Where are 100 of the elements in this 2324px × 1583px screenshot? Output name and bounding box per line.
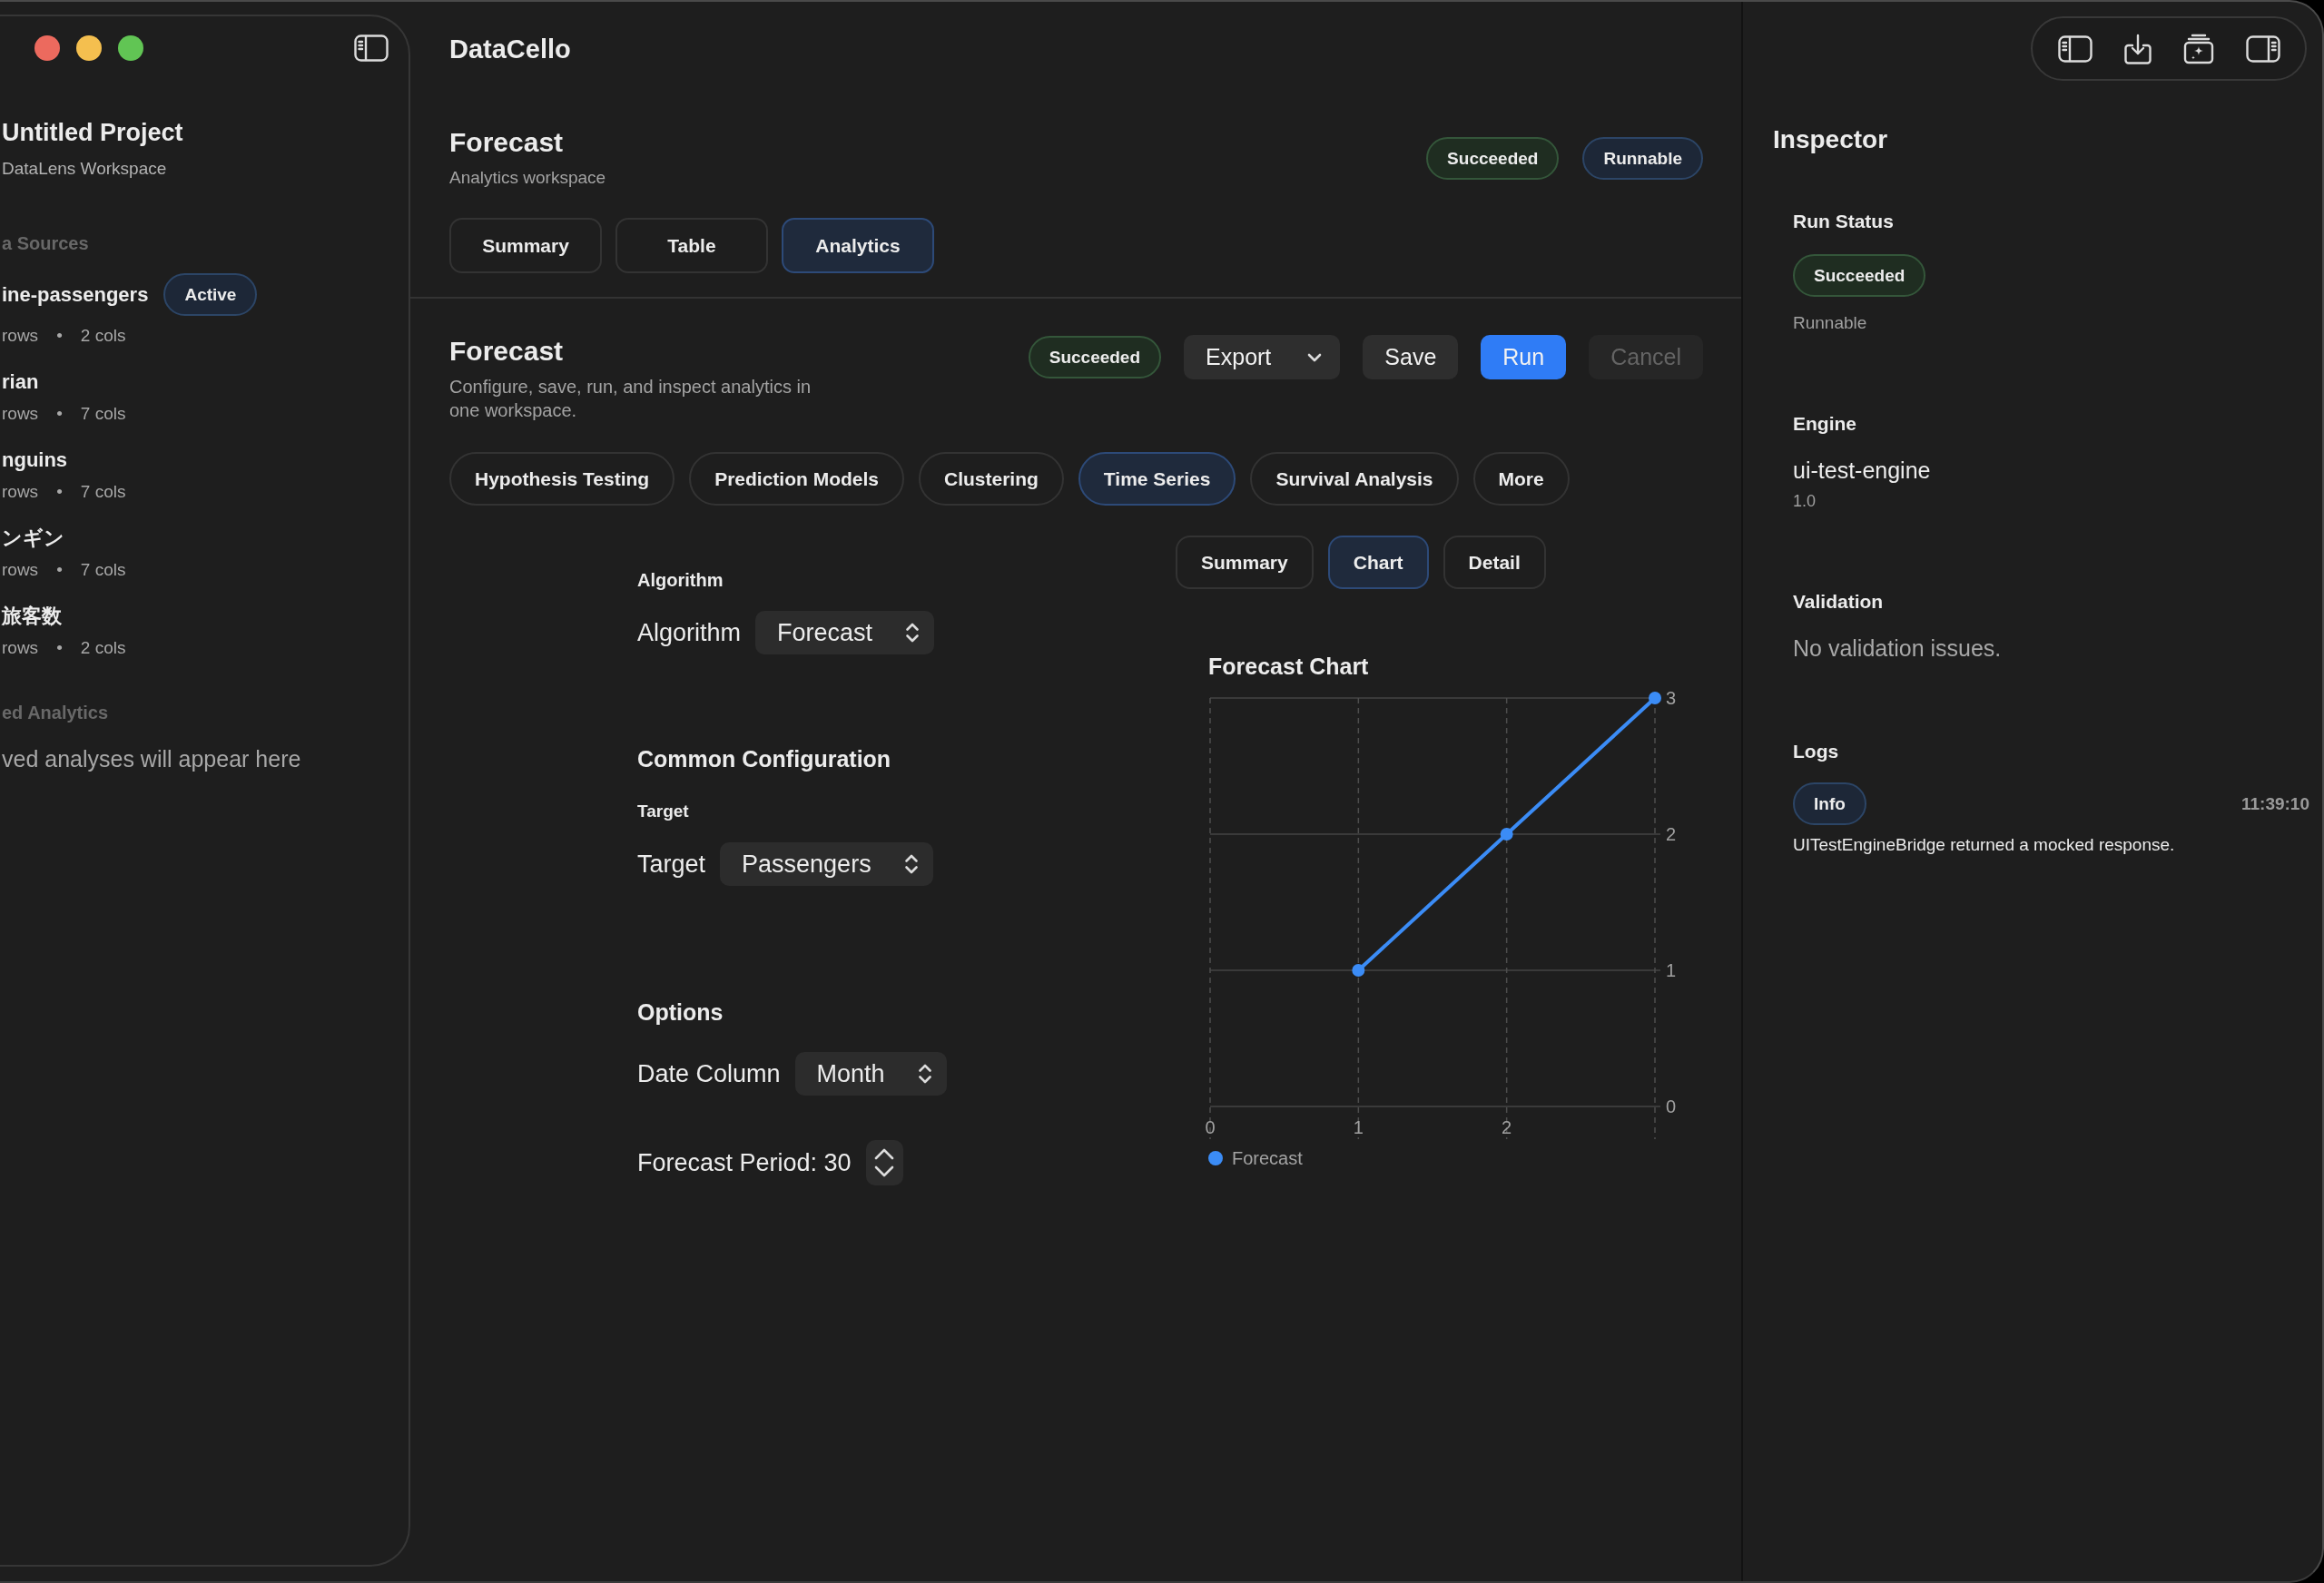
column-count: 2 cols xyxy=(80,325,126,347)
export-menu-button[interactable]: Export xyxy=(1184,335,1341,379)
chevron-down-icon[interactable] xyxy=(874,1165,895,1177)
section-heading: ed Analytics xyxy=(2,702,109,723)
tab[interactable]: Table xyxy=(615,218,768,273)
row-count: rows xyxy=(2,481,39,503)
field-label: Date Column xyxy=(637,1059,781,1088)
data-source-name[interactable]: ine-passengers xyxy=(2,282,149,307)
data-point xyxy=(1500,828,1513,841)
status-badge: Succeeded xyxy=(1426,137,1560,180)
category-tab[interactable]: Survival Analysis xyxy=(1250,452,1459,506)
sparkle-box-icon[interactable] xyxy=(2182,33,2214,64)
up-down-chevron-icon xyxy=(917,1062,932,1086)
config-heading: Common Configuration xyxy=(637,745,891,772)
validation-message: No validation issues. xyxy=(1793,634,2002,662)
log-level-badge: Info xyxy=(1793,782,1866,825)
active-badge: Active xyxy=(163,273,258,316)
workspace-name: DataLens Workspace xyxy=(2,158,167,180)
download-icon[interactable] xyxy=(2123,33,2152,64)
column-count: 7 cols xyxy=(80,559,126,581)
chevron-up-icon[interactable] xyxy=(874,1148,895,1160)
status-badge: Runnable xyxy=(1582,137,1703,180)
separator-dot: • xyxy=(56,481,63,503)
axis-tick-label: 1 xyxy=(1666,960,1677,980)
run-button[interactable]: Run xyxy=(1481,335,1567,379)
field-group-label: Target xyxy=(637,801,689,822)
row-count: rows xyxy=(2,325,39,347)
sidebar-right-icon[interactable] xyxy=(2245,34,2280,63)
axis-tick-label: 1 xyxy=(1353,1117,1364,1137)
page-title: Forecast xyxy=(449,126,564,159)
status-note: Runnable xyxy=(1793,312,1867,334)
analysis-title: Forecast xyxy=(449,335,564,368)
axis-tick-label: 0 xyxy=(1205,1117,1216,1137)
status-badge: Succeeded xyxy=(1793,254,1926,297)
chevron-down-icon xyxy=(1307,352,1323,362)
dropdown-select[interactable]: Passengers xyxy=(720,842,933,886)
section-heading: Run Status xyxy=(1793,210,1894,233)
up-down-chevron-icon xyxy=(905,621,921,644)
config-heading: Options xyxy=(637,998,724,1026)
category-tab[interactable]: More xyxy=(1472,452,1570,506)
config-heading: Algorithm xyxy=(637,569,724,591)
data-point xyxy=(1649,692,1661,704)
category-tab[interactable]: Clustering xyxy=(919,452,1064,506)
category-tab[interactable]: Hypothesis Testing xyxy=(449,452,675,506)
axis-tick-label: 2 xyxy=(1502,1117,1512,1137)
engine-version: 1.0 xyxy=(1793,491,1817,512)
column-count: 7 cols xyxy=(80,481,126,503)
stepper[interactable] xyxy=(865,1140,903,1185)
category-tab[interactable]: Time Series xyxy=(1078,452,1236,506)
result-tab[interactable]: Chart xyxy=(1327,536,1429,589)
log-message: UITestEngineBridge returned a mocked response. xyxy=(1793,834,2175,856)
data-source-name[interactable]: 旅客数 xyxy=(2,605,62,628)
result-tab[interactable]: Summary xyxy=(1176,536,1314,589)
engine-name: ui-test-engine xyxy=(1793,457,1931,484)
empty-message: ved analyses will appear here xyxy=(2,745,301,772)
inspector-title: Inspector xyxy=(1773,125,1888,154)
data-source-name[interactable]: ンギン xyxy=(2,526,64,550)
row-count: rows xyxy=(2,559,39,581)
close-window-icon[interactable] xyxy=(34,35,60,61)
log-time: 11:39:10 xyxy=(2241,793,2309,814)
category-tab[interactable]: Prediction Models xyxy=(689,452,904,506)
field-label: Target xyxy=(637,850,706,879)
sidebar-toggle-icon[interactable] xyxy=(354,34,389,62)
status-badge: Succeeded xyxy=(1028,336,1162,379)
analysis-description: Configure, save, run, and inspect analytics in one workspace. xyxy=(449,376,812,422)
app-title: DataCello xyxy=(449,34,571,64)
dropdown-select[interactable]: Forecast xyxy=(755,611,935,654)
action-button[interactable]: Save xyxy=(1363,335,1459,379)
axis-tick-label: 2 xyxy=(1666,824,1677,844)
zoom-window-icon[interactable] xyxy=(118,35,143,61)
section-heading: a Sources xyxy=(2,232,89,254)
row-count: rows xyxy=(2,637,39,659)
separator-dot: • xyxy=(56,403,63,425)
dropdown-select[interactable]: Month xyxy=(794,1052,947,1096)
tab[interactable]: Analytics xyxy=(782,218,934,273)
page-subtitle: Analytics workspace xyxy=(449,167,606,189)
minimize-window-icon[interactable] xyxy=(76,35,102,61)
tab[interactable]: Summary xyxy=(449,218,602,273)
column-count: 7 cols xyxy=(80,403,126,425)
separator-dot: • xyxy=(56,637,63,659)
project-name: Untitled Project xyxy=(2,118,183,147)
axis-tick-label: 0 xyxy=(1666,1096,1677,1116)
column-count: 2 cols xyxy=(80,637,126,659)
section-heading: Validation xyxy=(1793,590,1884,614)
result-tab[interactable]: Detail xyxy=(1443,536,1546,589)
section-heading: Engine xyxy=(1793,412,1856,436)
field-label: Algorithm xyxy=(637,618,742,647)
field-label: Forecast Period: 30 xyxy=(637,1148,852,1177)
separator-dot: • xyxy=(56,559,63,581)
data-point xyxy=(1352,964,1365,977)
data-source-name[interactable]: rian xyxy=(2,370,39,394)
sidebar-left-icon[interactable] xyxy=(2057,34,2093,63)
chart-title: Forecast Chart xyxy=(1208,653,1369,680)
row-count: rows xyxy=(2,403,39,425)
section-heading: Logs xyxy=(1793,740,1839,763)
axis-tick-label: 3 xyxy=(1666,691,1677,708)
data-source-name[interactable]: nguins xyxy=(2,448,68,472)
up-down-chevron-icon xyxy=(903,852,919,876)
legend-label: Forecast xyxy=(1232,1147,1303,1169)
separator-dot: • xyxy=(56,325,63,347)
